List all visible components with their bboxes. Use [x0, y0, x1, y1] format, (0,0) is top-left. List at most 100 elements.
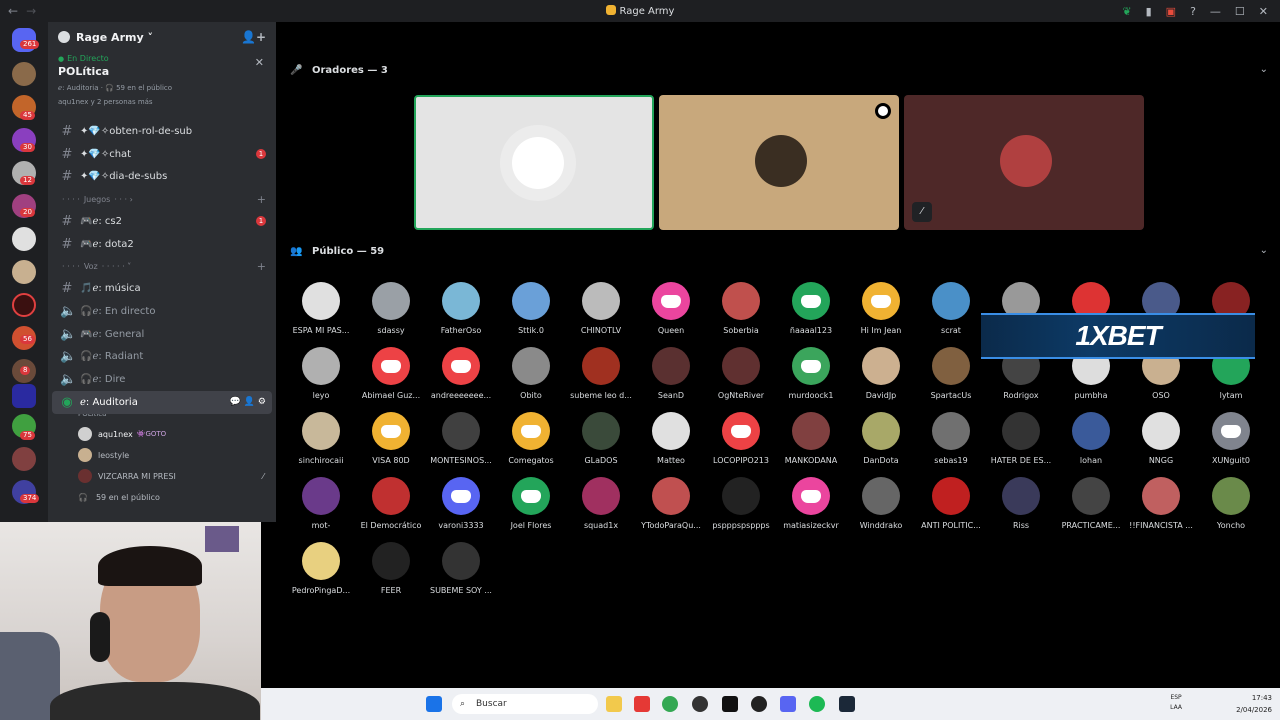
app-icon[interactable] [751, 696, 767, 712]
chevron-down-icon[interactable]: ⌄ [1260, 245, 1268, 256]
clock[interactable]: 17:43 2/04/2026 [1236, 692, 1272, 716]
audience-member[interactable]: !!FINANCISTA ... [1126, 477, 1196, 530]
server-icon[interactable] [12, 260, 36, 284]
server-icon[interactable] [12, 293, 36, 317]
chevron-down-icon[interactable]: ⌄ [1260, 64, 1268, 75]
server-icon[interactable] [12, 227, 36, 251]
audience-member[interactable]: Comegatos [496, 412, 566, 465]
steam-icon[interactable] [839, 696, 855, 712]
server-icon[interactable] [12, 62, 36, 86]
audience-member[interactable]: MANKODANA [776, 412, 846, 465]
audience-member[interactable]: SUBEME SOY ... [426, 542, 496, 595]
audience-member[interactable]: NNGG [1126, 412, 1196, 465]
help-icon[interactable]: ? [1190, 5, 1196, 18]
file-explorer-icon[interactable] [606, 696, 622, 712]
stage-actions-icon[interactable]: 💬 👤 ⚙ [230, 397, 266, 407]
guild-header[interactable]: Rage Army ˅ 👤+ [48, 22, 276, 52]
audience-member[interactable]: Soberbia [706, 282, 776, 335]
pin-icon[interactable]: ▮ [1146, 5, 1152, 18]
audience-member[interactable]: Hi Im Jean [846, 282, 916, 335]
audience-header[interactable]: 👥 Público — 59 [290, 243, 384, 259]
language-indicator[interactable]: ESP LAA [1170, 693, 1182, 713]
audience-member[interactable]: lohan [1056, 412, 1126, 465]
app-icon[interactable] [722, 696, 738, 712]
audience-member[interactable]: Sttik.0 [496, 282, 566, 335]
audience-member[interactable]: matiasizeckvr [776, 477, 846, 530]
windows-start-icon[interactable] [426, 696, 442, 712]
server-icon[interactable] [12, 447, 36, 471]
audience-member[interactable]: Winddrako [846, 477, 916, 530]
channel-item[interactable]: # ✦💎✧chat 1 [48, 143, 276, 166]
audience-member[interactable]: DavidJp [846, 347, 916, 400]
stage-user[interactable]: leostyle [48, 445, 276, 466]
speaker-tile[interactable] [414, 95, 654, 230]
category-juegos[interactable]: · · · · Juegos · · · › + [48, 188, 276, 210]
audience-member[interactable]: SeanD [636, 347, 706, 400]
audience-member[interactable]: scrat [916, 282, 986, 335]
audience-member[interactable]: OgNteRiver [706, 347, 776, 400]
chrome-icon[interactable] [662, 696, 678, 712]
audience-member[interactable]: squad1x [566, 477, 636, 530]
audience-member[interactable]: LOCOPIPO213 [706, 412, 776, 465]
stage-user[interactable]: aqu1nex 👾GOTO [48, 424, 276, 445]
close-icon[interactable]: ✕ [1259, 5, 1268, 18]
audience-member[interactable]: PRACTICAME... [1056, 477, 1126, 530]
audience-member[interactable]: GLaDOS [566, 412, 636, 465]
audience-member[interactable]: Matteo [636, 412, 706, 465]
audience-member[interactable]: SpartacUs [916, 347, 986, 400]
live-stage-card[interactable]: En Directo POLítica ✕ ℯ: Auditoria · 🎧 5… [54, 54, 270, 120]
discord-icon[interactable] [780, 696, 796, 712]
speaker-tile[interactable] [659, 95, 899, 230]
audience-member[interactable]: Queen [636, 282, 706, 335]
audience-member[interactable]: PedroPingaD... [286, 542, 356, 595]
audience-member[interactable]: subeme leo d... [566, 347, 636, 400]
voice-channel[interactable]: 🔈 🎮ℯ: General [48, 323, 276, 346]
speaker-tile[interactable]: ⁄ [904, 95, 1144, 230]
youtube-icon[interactable] [634, 696, 650, 712]
audience-member[interactable]: ESPA MI PAS... [286, 282, 356, 335]
channel-item[interactable]: # ✦💎✧dia-de-subs [48, 165, 276, 188]
audience-member[interactable]: YTodoParaQu... [636, 477, 706, 530]
category-voz[interactable]: · · · · Voz · · · · · ˅ + [48, 255, 276, 277]
stage-user[interactable]: VIZCARRA MI PRESI ⁄ [48, 466, 276, 487]
audience-member[interactable]: leyo [286, 347, 356, 400]
speakers-header[interactable]: 🎤 Oradores — 3 [290, 62, 388, 78]
voice-channel[interactable]: 🔈 🎧ℯ: Radiant [48, 346, 276, 369]
channel-item[interactable]: # 🎮ℯ: dota2 [48, 233, 276, 256]
audience-member[interactable]: HATER DE ES... [986, 412, 1056, 465]
audience-member[interactable]: murdoock1 [776, 347, 846, 400]
audience-member[interactable]: MONTESINOS... [426, 412, 496, 465]
audience-member[interactable]: FEER [356, 542, 426, 595]
audience-member[interactable]: Joel Flores [496, 477, 566, 530]
audience-member[interactable]: mot- [286, 477, 356, 530]
audience-member[interactable]: pspppspsppps [706, 477, 776, 530]
server-icon[interactable] [12, 384, 36, 408]
audience-member[interactable]: sdassy [356, 282, 426, 335]
channel-item[interactable]: # ✦💎✧obten-rol-de-sub [48, 120, 276, 143]
search-input[interactable]: ⌕ Buscar [452, 694, 598, 714]
spotify-icon[interactable] [809, 696, 825, 712]
channel-item[interactable]: # 🎵ℯ: música [48, 277, 276, 300]
audience-member[interactable]: ñaaaal123 [776, 282, 846, 335]
audience-member[interactable]: Abimael Guz... [356, 347, 426, 400]
channel-item[interactable]: # 🎮ℯ: cs2 1 [48, 210, 276, 233]
add-channel-icon[interactable]: + [257, 193, 266, 206]
audience-member[interactable]: andreeeeeee... [426, 347, 496, 400]
audience-member[interactable]: Obito [496, 347, 566, 400]
voice-channel[interactable]: 🔈 🎧ℯ: Dire [48, 368, 276, 391]
inbox-icon[interactable]: ▣ [1166, 5, 1176, 18]
audience-member[interactable]: FatherOso [426, 282, 496, 335]
voice-channel[interactable]: 🔈 🎧ℯ: En directo [48, 300, 276, 323]
close-icon[interactable]: ✕ [255, 56, 264, 69]
audience-member[interactable]: El Democrático [356, 477, 426, 530]
audience-member[interactable]: VISA 80D [356, 412, 426, 465]
audience-member[interactable]: ANTI POLITIC... [916, 477, 986, 530]
leaf-icon[interactable]: ❦ [1122, 5, 1131, 18]
audience-member[interactable]: Riss [986, 477, 1056, 530]
audience-member[interactable]: Yoncho [1196, 477, 1266, 530]
audience-member[interactable]: sebas19 [916, 412, 986, 465]
audience-member[interactable]: sinchirocaii [286, 412, 356, 465]
audience-member[interactable]: XUNguit0 [1196, 412, 1266, 465]
audience-member[interactable]: varoni3333 [426, 477, 496, 530]
obs-icon[interactable] [692, 696, 708, 712]
